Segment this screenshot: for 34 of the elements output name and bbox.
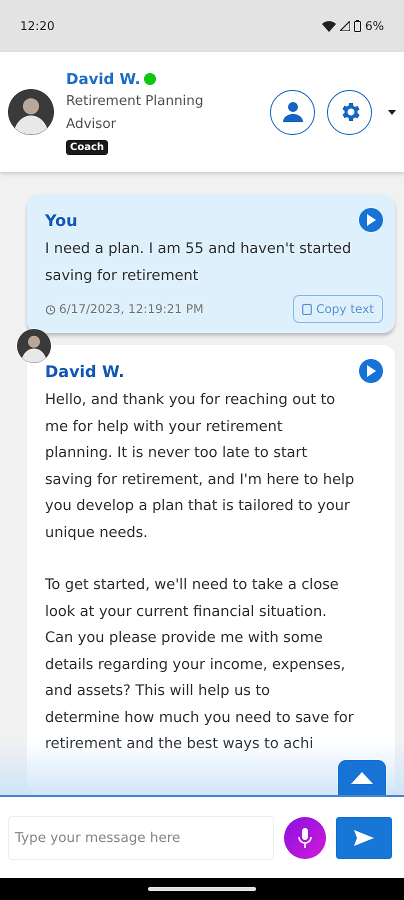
send-button[interactable] <box>336 816 392 858</box>
clock-icon <box>45 304 56 314</box>
coach-badge: Coach <box>66 140 108 154</box>
advisor-name: David W. <box>66 70 140 88</box>
play-button[interactable] <box>359 359 383 383</box>
microphone-button[interactable] <box>284 816 326 858</box>
triangle-up-icon <box>351 772 373 784</box>
clipboard-icon <box>302 303 312 315</box>
settings-button[interactable] <box>327 90 372 134</box>
play-icon <box>366 214 376 226</box>
battery-icon <box>354 20 361 32</box>
profile-button[interactable] <box>270 90 315 134</box>
caret-icon[interactable] <box>388 110 396 114</box>
message-text: To get started, we'll need to take a close look at your current financial situation. Can you please provide me with some details regarding your income, expenses, and assets? This will help us to determine how much you need to save for retirement and the best ways to achi <box>45 576 355 754</box>
send-icon <box>354 830 374 846</box>
message-input[interactable]: Type your message here <box>8 816 274 860</box>
wifi-icon <box>322 20 336 32</box>
avatar <box>8 89 54 135</box>
sender-name: You <box>45 210 78 230</box>
battery-level: 6% <box>364 19 384 33</box>
scroll-up-button[interactable] <box>338 760 386 795</box>
signal-icon <box>340 21 350 31</box>
avatar <box>17 329 51 363</box>
copy-text-button[interactable]: Copy text <box>293 295 383 323</box>
message-text: Hello, and thank you for reaching out to me for help with your retirement planning. It is never too late to start saving for retirement, and I'm here to help you develop a plan that is tailored to your unique needs. <box>45 391 356 542</box>
microphone-icon <box>298 828 312 848</box>
timestamp: 6/17/2023, 12:19:21 PM <box>45 302 204 316</box>
message-text: I need a plan. I am 55 and haven't started saving for retirement <box>45 240 352 286</box>
person-icon <box>280 100 304 124</box>
play-icon <box>366 365 376 377</box>
play-button[interactable] <box>359 208 383 232</box>
status-time: 12:20 <box>20 19 55 33</box>
sender-name: David W. <box>45 362 124 380</box>
advisor-role: Retirement Planning Advisor <box>66 92 204 134</box>
